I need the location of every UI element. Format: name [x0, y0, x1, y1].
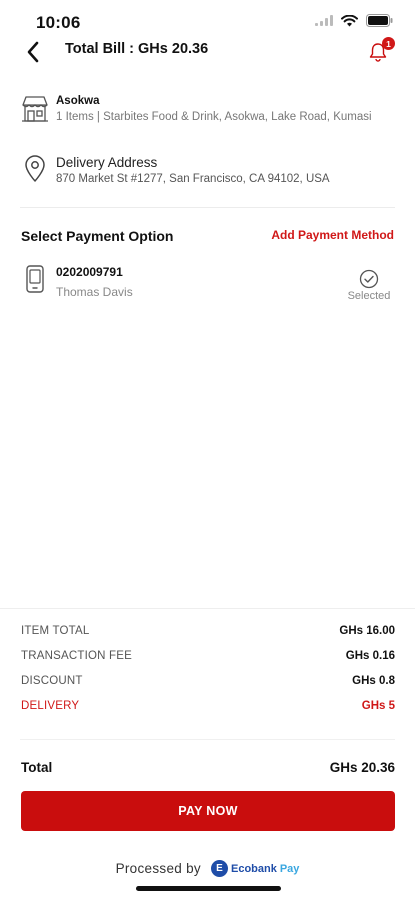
- status-time: 10:06: [36, 13, 81, 32]
- pay-now-button[interactable]: PAY NOW: [21, 791, 395, 831]
- summary-value: GHs 0.8: [352, 675, 395, 687]
- notification-badge: 1: [382, 37, 395, 50]
- summary-row-discount: DISCOUNT GHs 0.8: [21, 673, 395, 698]
- total-label: Total: [21, 760, 53, 775]
- delivery-address-text: 870 Market St #1277, San Francisco, CA 9…: [56, 173, 330, 185]
- payment-section-title: Select Payment Option: [21, 228, 174, 244]
- summary-value: GHs 16.00: [339, 625, 395, 637]
- signal-icon: [315, 15, 333, 26]
- battery-icon: [366, 14, 393, 27]
- check-circle-icon: [359, 269, 379, 289]
- summary-value: GHs 0.16: [345, 650, 395, 662]
- summary-label: DISCOUNT: [21, 675, 83, 687]
- selected-label: Selected: [347, 290, 391, 302]
- total-value: GHs 20.36: [329, 760, 395, 775]
- divider: [0, 608, 415, 609]
- summary-row-item-total: ITEM TOTAL GHs 16.00: [21, 623, 395, 648]
- chevron-left-icon: [27, 41, 39, 63]
- ecobank-logo-pay: Pay: [279, 862, 300, 875]
- mobile-phone-icon: [26, 265, 44, 293]
- store-name: Asokwa: [56, 95, 100, 107]
- header: Total Bill : GHs 20.36 1: [0, 34, 415, 68]
- summary-row-delivery: DELIVERY GHs 5: [21, 698, 395, 723]
- payment-method-item[interactable]: 0202009791 Thomas Davis Selected: [20, 262, 395, 306]
- store-description: 1 Items | Starbites Food & Drink, Asokwa…: [56, 111, 372, 123]
- ecobank-pay-logo: E Ecobank Pay: [210, 860, 300, 877]
- summary-value: GHs 5: [361, 700, 395, 712]
- divider: [20, 739, 395, 740]
- page-title: Total Bill : GHs 20.36: [65, 41, 209, 57]
- summary-label: ITEM TOTAL: [21, 625, 90, 637]
- add-payment-method-link[interactable]: Add Payment Method: [271, 228, 394, 242]
- status-icons: [315, 14, 393, 27]
- notifications-button[interactable]: 1: [365, 37, 395, 64]
- payment-section-header: Select Payment Option Add Payment Method: [20, 227, 395, 247]
- ecobank-logo-name: Ecobank: [230, 862, 277, 875]
- bill-summary: ITEM TOTAL GHs 16.00 TRANSACTION FEE GHs…: [21, 623, 395, 723]
- payment-method-holder: Thomas Davis: [56, 285, 133, 299]
- processed-by-label: Processed by: [115, 861, 201, 876]
- delivery-address-title: Delivery Address: [56, 155, 158, 170]
- ecobank-logo-icon: E: [210, 860, 228, 877]
- selected-indicator[interactable]: Selected: [343, 269, 395, 302]
- payment-method-number: 0202009791: [56, 265, 123, 279]
- store-icon: [22, 96, 48, 122]
- location-pin-icon: [25, 155, 45, 182]
- divider: [20, 207, 395, 208]
- processed-by: Processed by E Ecobank Pay: [0, 860, 415, 877]
- wifi-icon: [341, 14, 358, 26]
- home-indicator: [136, 886, 281, 891]
- total-row: Total GHs 20.36: [21, 758, 395, 780]
- back-button[interactable]: [20, 38, 46, 66]
- summary-label: DELIVERY: [21, 700, 80, 712]
- summary-label: TRANSACTION FEE: [21, 650, 132, 662]
- summary-row-transaction-fee: TRANSACTION FEE GHs 0.16: [21, 648, 395, 673]
